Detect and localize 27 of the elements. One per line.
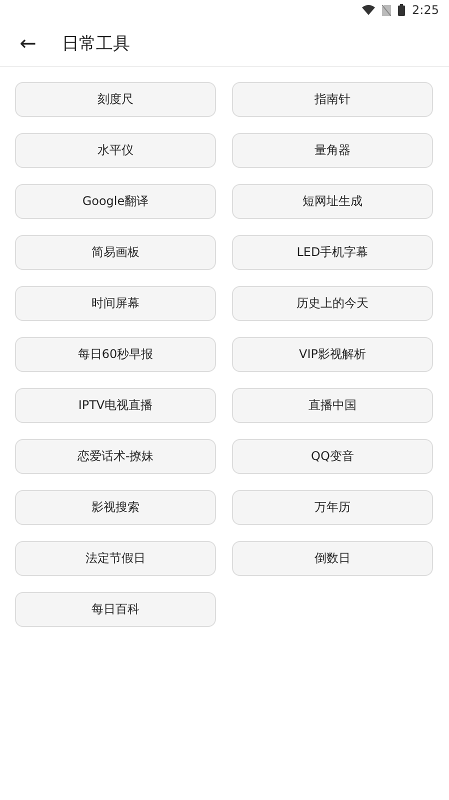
tool-button[interactable]: 刻度尺	[15, 82, 216, 117]
tool-button[interactable]: 直播中国	[232, 388, 433, 423]
battery-icon	[398, 4, 406, 16]
tool-button[interactable]: 时间屏幕	[15, 286, 216, 321]
tool-button[interactable]: 法定节假日	[15, 541, 216, 576]
status-time: 2:25	[412, 3, 439, 17]
tool-button[interactable]: 指南针	[232, 82, 433, 117]
tool-button[interactable]: 水平仪	[15, 133, 216, 168]
page-title: 日常工具	[62, 32, 130, 54]
no-sim-icon	[382, 4, 392, 16]
tool-button[interactable]: 每日百科	[15, 592, 216, 627]
tool-button[interactable]: 恋爱话术-撩妹	[15, 439, 216, 474]
wifi-icon	[362, 5, 376, 15]
tool-button[interactable]: 万年历	[232, 490, 433, 525]
tool-button[interactable]: 历史上的今天	[232, 286, 433, 321]
tool-button[interactable]: 影视搜索	[15, 490, 216, 525]
back-button[interactable]: ←	[16, 31, 40, 55]
tool-button[interactable]: IPTV电视直播	[15, 388, 216, 423]
tool-button[interactable]: Google翻译	[15, 184, 216, 219]
tool-button[interactable]: 倒数日	[232, 541, 433, 576]
tool-button[interactable]: VIP影视解析	[232, 337, 433, 372]
tool-button[interactable]: 量角器	[232, 133, 433, 168]
tool-button[interactable]: 简易画板	[15, 235, 216, 270]
tool-button[interactable]: LED手机字幕	[232, 235, 433, 270]
tool-button[interactable]: QQ变音	[232, 439, 433, 474]
tool-button[interactable]: 每日60秒早报	[15, 337, 216, 372]
tool-button[interactable]: 短网址生成	[232, 184, 433, 219]
